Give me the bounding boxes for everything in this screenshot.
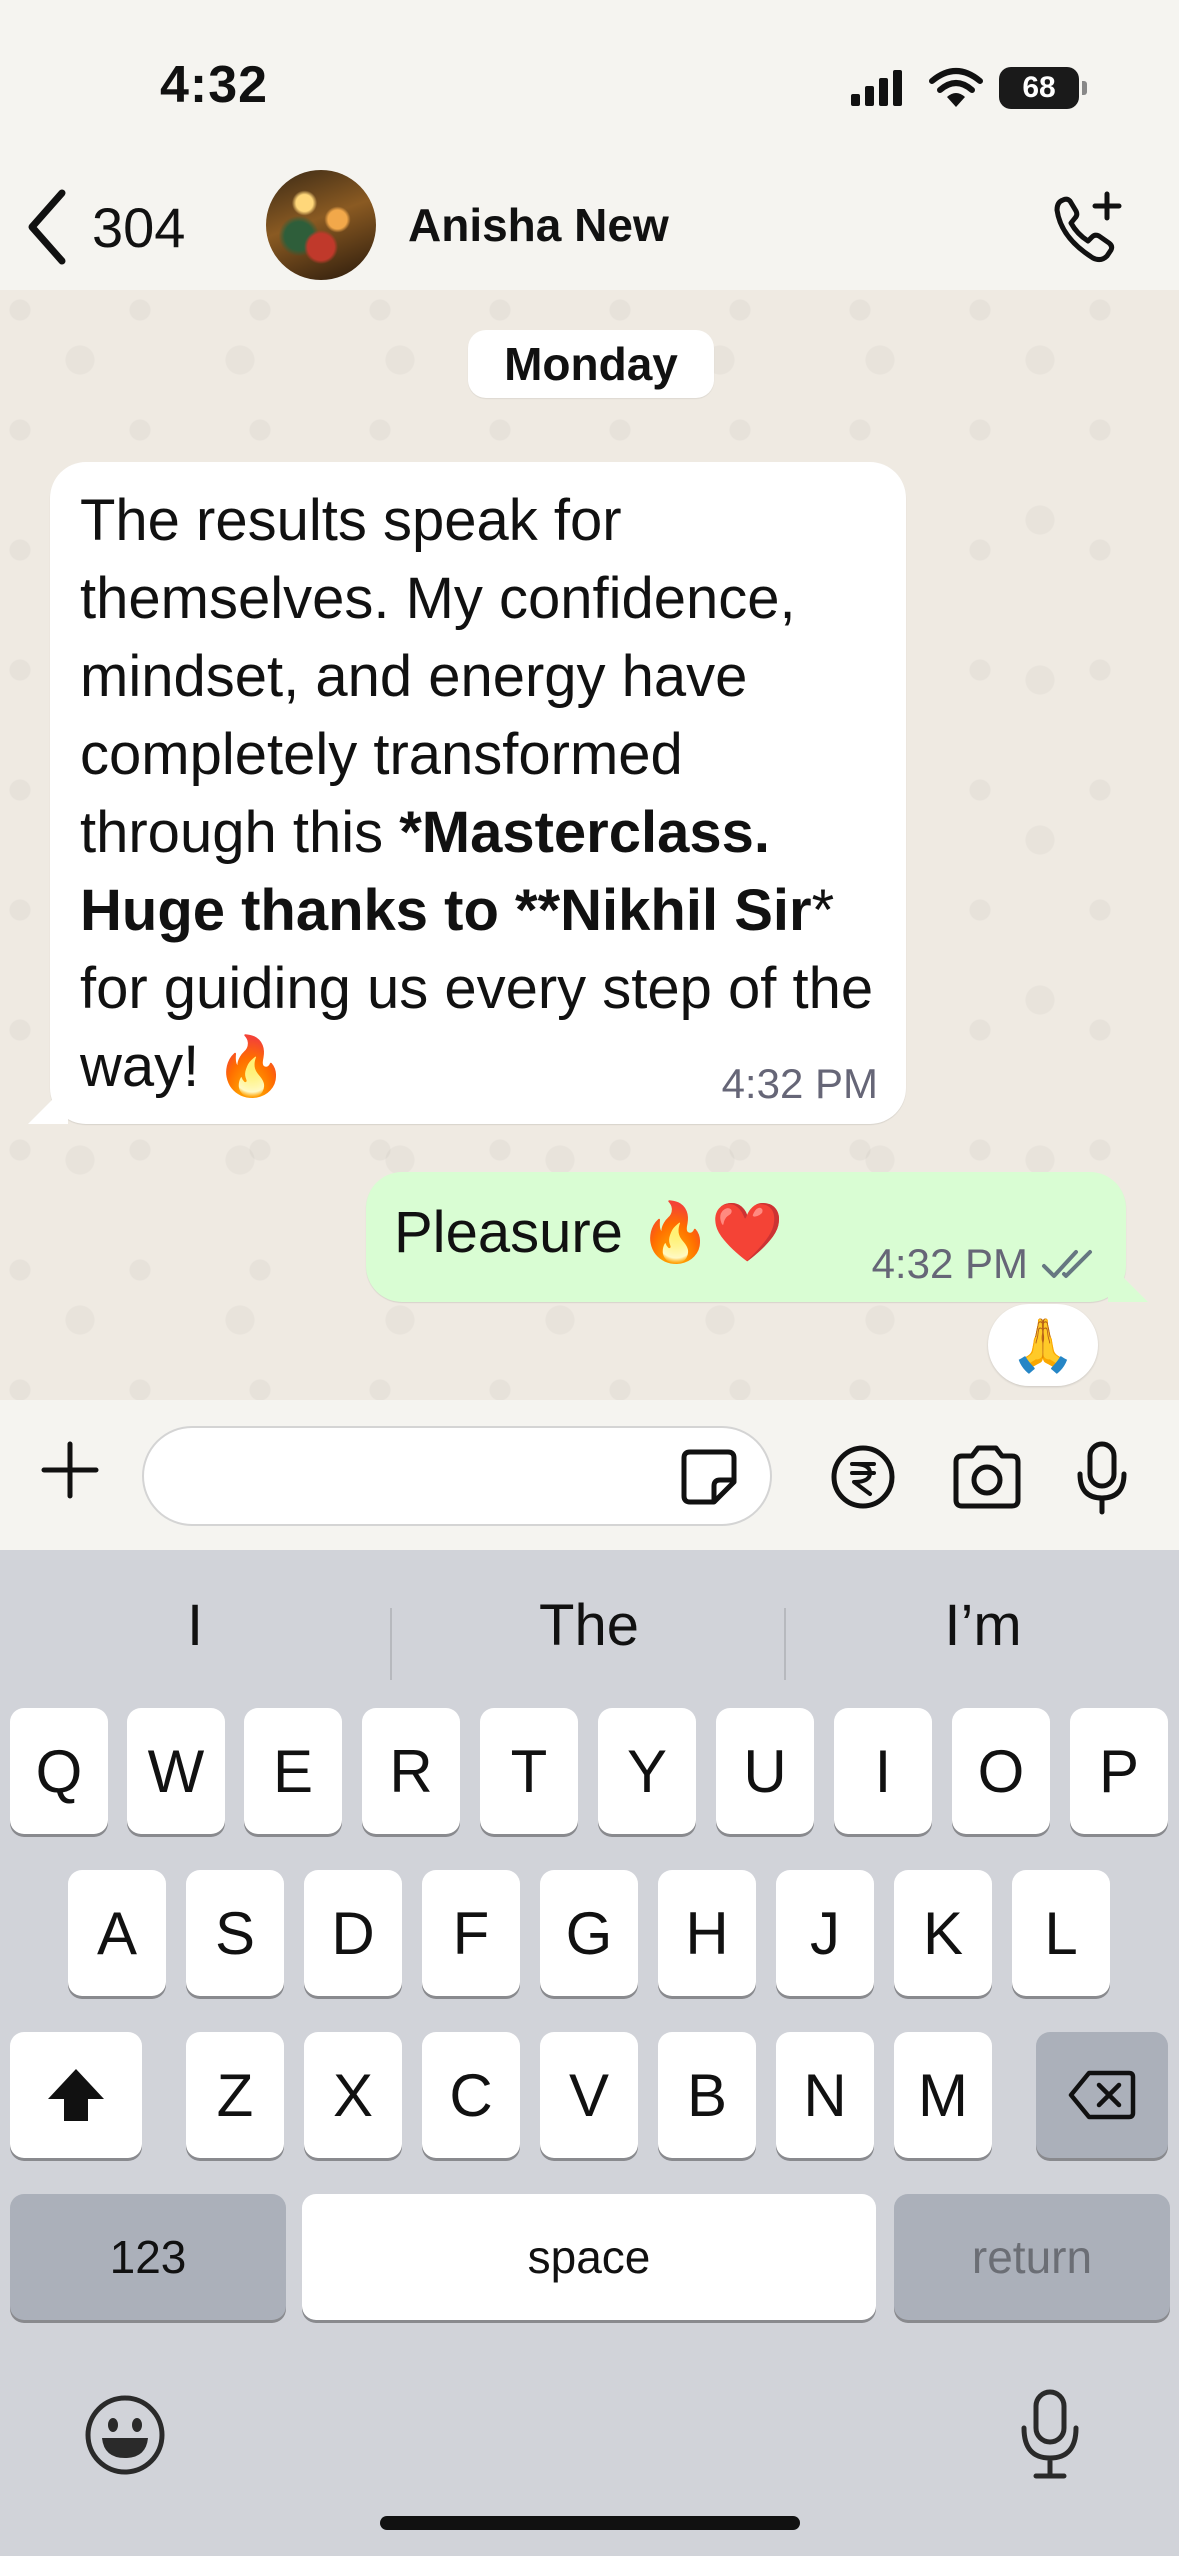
key-e[interactable]: E: [244, 1708, 342, 1834]
camera-icon[interactable]: [950, 1444, 1024, 1510]
key-z[interactable]: Z: [186, 2032, 284, 2158]
double-check-icon: [1042, 1250, 1092, 1278]
key-c[interactable]: C: [422, 2032, 520, 2158]
composer-bar: [0, 1400, 1179, 1550]
backspace-key[interactable]: [1036, 2032, 1168, 2158]
key-y[interactable]: Y: [598, 1708, 696, 1834]
cellular-signal-icon: [851, 70, 902, 106]
message-input[interactable]: [142, 1426, 772, 1526]
suggestion-3[interactable]: I’m: [788, 1570, 1178, 1680]
dictation-microphone-icon[interactable]: [1018, 2388, 1082, 2480]
key-d[interactable]: D: [304, 1870, 402, 1996]
key-o[interactable]: O: [952, 1708, 1050, 1834]
wifi-icon: [929, 68, 983, 107]
outgoing-message[interactable]: Pleasure 🔥❤️ 4:32 PM: [366, 1172, 1126, 1302]
chat-header: 304 Anisha New: [0, 160, 1179, 290]
suggestion-1[interactable]: I: [0, 1570, 390, 1680]
return-key[interactable]: return: [894, 2194, 1170, 2320]
sticker-icon[interactable]: [680, 1448, 738, 1506]
message-list[interactable]: Monday The results speak for themselves.…: [0, 290, 1179, 1400]
suggestion-bar: I The I’m: [0, 1570, 1179, 1680]
incoming-message-text: The results speak for themselves. My con…: [80, 488, 874, 1099]
outgoing-message-time: 4:32 PM: [871, 1240, 1028, 1287]
shift-icon: [48, 2069, 104, 2121]
incoming-message[interactable]: The results speak for themselves. My con…: [50, 462, 906, 1124]
status-bar: 4:32 68: [0, 0, 1179, 160]
key-u[interactable]: U: [716, 1708, 814, 1834]
key-f[interactable]: F: [422, 1870, 520, 1996]
message-reaction[interactable]: 🙏: [988, 1304, 1098, 1386]
contact-avatar[interactable]: [266, 170, 376, 280]
status-icons: 68: [849, 66, 1087, 110]
emoji-keyboard-icon[interactable]: [84, 2394, 166, 2476]
keyboard: I The I’m Q W E R T Y U I O P A S D F G …: [0, 1550, 1179, 2556]
key-g[interactable]: G: [540, 1870, 638, 1996]
contact-name[interactable]: Anisha New: [408, 198, 669, 252]
key-b[interactable]: B: [658, 2032, 756, 2158]
unread-count: 304: [92, 195, 186, 259]
numbers-key[interactable]: 123: [10, 2194, 286, 2320]
back-button[interactable]: 304: [22, 182, 185, 272]
key-t[interactable]: T: [480, 1708, 578, 1834]
key-v[interactable]: V: [540, 2032, 638, 2158]
key-x[interactable]: X: [304, 2032, 402, 2158]
key-q[interactable]: Q: [10, 1708, 108, 1834]
key-k[interactable]: K: [894, 1870, 992, 1996]
suggestion-divider: [390, 1608, 392, 1680]
outgoing-message-text: Pleasure 🔥❤️: [394, 1200, 784, 1265]
key-w[interactable]: W: [127, 1708, 225, 1834]
microphone-icon[interactable]: [1072, 1440, 1132, 1516]
key-p[interactable]: P: [1070, 1708, 1168, 1834]
incoming-message-time: 4:32 PM: [721, 1060, 878, 1107]
add-call-icon[interactable]: [1049, 188, 1129, 268]
status-time: 4:32: [160, 56, 269, 114]
shift-key[interactable]: [10, 2032, 142, 2158]
key-a[interactable]: A: [68, 1870, 166, 1996]
key-j[interactable]: J: [776, 1870, 874, 1996]
key-m[interactable]: M: [894, 2032, 992, 2158]
key-s[interactable]: S: [186, 1870, 284, 1996]
date-separator: Monday: [468, 330, 714, 398]
rupee-payment-icon[interactable]: [830, 1444, 896, 1510]
key-l[interactable]: L: [1012, 1870, 1110, 1996]
backspace-icon: [1068, 2070, 1136, 2120]
plus-icon[interactable]: [38, 1438, 102, 1502]
space-key[interactable]: space: [302, 2194, 876, 2320]
key-i[interactable]: I: [834, 1708, 932, 1834]
key-r[interactable]: R: [362, 1708, 460, 1834]
outgoing-message-meta: 4:32 PM: [872, 1240, 1100, 1288]
key-n[interactable]: N: [776, 2032, 874, 2158]
suggestion-divider: [784, 1608, 786, 1680]
key-h[interactable]: H: [658, 1870, 756, 1996]
home-indicator[interactable]: [380, 2516, 800, 2530]
chevron-left-icon: [28, 189, 66, 265]
battery-indicator: 68: [999, 67, 1087, 109]
suggestion-2[interactable]: The: [394, 1570, 784, 1680]
